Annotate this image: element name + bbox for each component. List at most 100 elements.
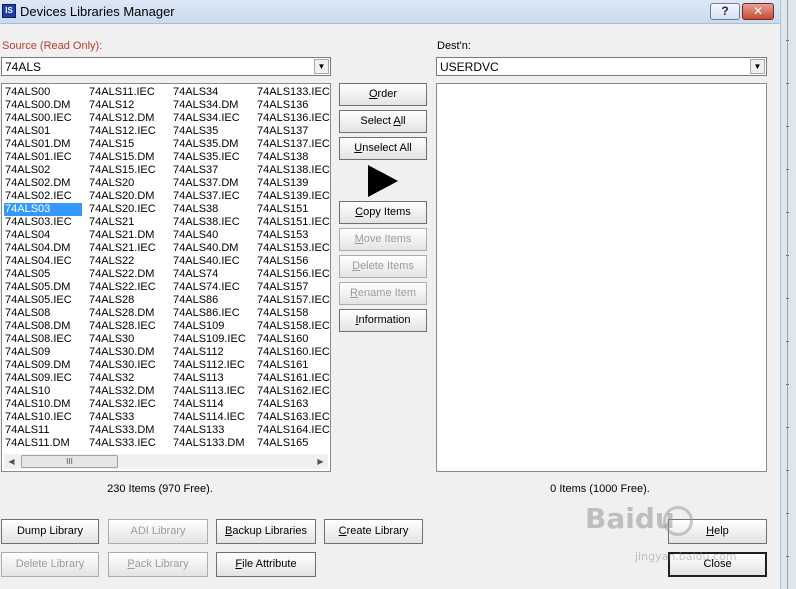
list-item[interactable]: 74ALS12.DM — [88, 112, 172, 125]
list-item[interactable]: 74ALS00.DM — [4, 99, 88, 112]
list-item[interactable]: 74ALS32 — [88, 372, 172, 385]
list-item[interactable]: 74ALS12.IEC — [88, 125, 172, 138]
list-item[interactable]: 74ALS20.DM — [88, 190, 172, 203]
list-item[interactable]: 74ALS11.DM — [4, 437, 88, 450]
dump-library-button[interactable]: Dump Library — [1, 519, 99, 544]
list-item[interactable]: 74ALS33.IEC — [88, 437, 172, 450]
help-title-button[interactable]: ? — [710, 3, 740, 20]
list-item[interactable]: 74ALS01.DM — [4, 138, 88, 151]
source-list[interactable]: 74ALS00 74ALS00.DM 74ALS00.IEC 74ALS01 74ALS… — [1, 83, 331, 472]
list-item[interactable]: 74ALS21 — [88, 216, 172, 229]
list-item[interactable]: 74ALS74.IEC — [172, 281, 256, 294]
list-item[interactable]: 74ALS34.IEC — [172, 112, 256, 125]
source-horizontal-scrollbar[interactable]: ◀ III ▶ — [4, 454, 328, 469]
list-item[interactable]: 74ALS158 — [256, 307, 330, 320]
list-item[interactable]: 74ALS03 — [4, 203, 82, 216]
list-item[interactable]: 74ALS151.IEC — [256, 216, 330, 229]
list-item[interactable]: 74ALS11.IEC — [88, 86, 172, 99]
list-item[interactable]: 74ALS157 — [256, 281, 330, 294]
list-item[interactable]: 74ALS138.IEC — [256, 164, 330, 177]
list-item[interactable]: 74ALS137 — [256, 125, 330, 138]
list-item[interactable]: 74ALS37 — [172, 164, 256, 177]
list-item[interactable]: 74ALS21.IEC — [88, 242, 172, 255]
list-item[interactable]: 74ALS37.DM — [172, 177, 256, 190]
list-item[interactable]: 74ALS38.IEC — [172, 216, 256, 229]
move-items-button[interactable]: Move Items — [339, 228, 427, 251]
scroll-left-icon[interactable]: ◀ — [4, 454, 19, 469]
list-item[interactable]: 74ALS00.IEC — [4, 112, 88, 125]
list-item[interactable]: 74ALS86.IEC — [172, 307, 256, 320]
list-item[interactable]: 74ALS113.IEC — [172, 385, 256, 398]
list-item[interactable]: 74ALS15.IEC — [88, 164, 172, 177]
list-item[interactable]: 74ALS32.IEC — [88, 398, 172, 411]
list-item[interactable]: 74ALS139.IEC — [256, 190, 330, 203]
list-item[interactable]: 74ALS00 — [4, 86, 88, 99]
list-item[interactable]: 74ALS34.DM — [172, 99, 256, 112]
list-item[interactable]: 74ALS114.IEC — [172, 411, 256, 424]
order-button[interactable]: Order — [339, 83, 427, 106]
list-item[interactable]: 74ALS02.IEC — [4, 190, 88, 203]
file-attribute-button[interactable]: File Attribute — [216, 552, 316, 577]
list-item[interactable]: 74ALS133.DM — [172, 437, 256, 450]
list-item[interactable]: 74ALS11 — [4, 424, 88, 437]
list-item[interactable]: 74ALS157.IEC — [256, 294, 330, 307]
list-item[interactable]: 74ALS22.IEC — [88, 281, 172, 294]
dest-list[interactable] — [436, 83, 767, 472]
list-item[interactable]: 74ALS33 — [88, 411, 172, 424]
list-item[interactable]: 74ALS165 — [256, 437, 330, 450]
list-item[interactable]: 74ALS03.IEC — [4, 216, 88, 229]
list-item[interactable]: 74ALS40 — [172, 229, 256, 242]
chevron-down-icon[interactable]: ▼ — [314, 59, 329, 74]
list-item[interactable]: 74ALS37.IEC — [172, 190, 256, 203]
list-item[interactable]: 74ALS04 — [4, 229, 88, 242]
unselect-all-button[interactable]: Unselect All — [339, 137, 427, 160]
scroll-thumb[interactable]: III — [21, 455, 118, 468]
list-item[interactable]: 74ALS10.IEC — [4, 411, 88, 424]
list-item[interactable]: 74ALS28.IEC — [88, 320, 172, 333]
list-item[interactable]: 74ALS28.DM — [88, 307, 172, 320]
list-item[interactable]: 74ALS34 — [172, 86, 256, 99]
list-item[interactable]: 74ALS08.IEC — [4, 333, 88, 346]
list-item[interactable]: 74ALS153.IEC — [256, 242, 330, 255]
list-item[interactable]: 74ALS160 — [256, 333, 330, 346]
list-item[interactable]: 74ALS153 — [256, 229, 330, 242]
list-item[interactable]: 74ALS15.DM — [88, 151, 172, 164]
scroll-right-icon[interactable]: ▶ — [313, 454, 328, 469]
list-item[interactable]: 74ALS161.IEC — [256, 372, 330, 385]
list-item[interactable]: 74ALS32.DM — [88, 385, 172, 398]
list-item[interactable]: 74ALS35 — [172, 125, 256, 138]
list-item[interactable]: 74ALS114 — [172, 398, 256, 411]
list-item[interactable]: 74ALS35.IEC — [172, 151, 256, 164]
source-combo[interactable]: 74ALS ▼ — [1, 57, 331, 76]
list-item[interactable]: 74ALS30.DM — [88, 346, 172, 359]
list-item[interactable]: 74ALS05 — [4, 268, 88, 281]
list-item[interactable]: 74ALS08 — [4, 307, 88, 320]
list-item[interactable]: 74ALS161 — [256, 359, 330, 372]
list-item[interactable]: 74ALS10.DM — [4, 398, 88, 411]
list-item[interactable]: 74ALS08.DM — [4, 320, 88, 333]
list-item[interactable]: 74ALS02 — [4, 164, 88, 177]
list-item[interactable]: 74ALS30.IEC — [88, 359, 172, 372]
delete-items-button[interactable]: Delete Items — [339, 255, 427, 278]
backup-libraries-button[interactable]: Backup Libraries — [216, 519, 316, 544]
information-button[interactable]: Information — [339, 309, 427, 332]
list-item[interactable]: 74ALS05.IEC — [4, 294, 88, 307]
list-item[interactable]: 74ALS112 — [172, 346, 256, 359]
create-library-button[interactable]: Create Library — [324, 519, 423, 544]
list-item[interactable]: 74ALS04.DM — [4, 242, 88, 255]
list-item[interactable]: 74ALS09 — [4, 346, 88, 359]
list-item[interactable]: 74ALS02.DM — [4, 177, 88, 190]
list-item[interactable]: 74ALS04.IEC — [4, 255, 88, 268]
list-item[interactable]: 74ALS137.IEC — [256, 138, 330, 151]
list-item[interactable]: 74ALS136 — [256, 99, 330, 112]
list-item[interactable]: 74ALS10 — [4, 385, 88, 398]
list-item[interactable]: 74ALS109 — [172, 320, 256, 333]
list-item[interactable]: 74ALS162.IEC — [256, 385, 330, 398]
list-item[interactable]: 74ALS138 — [256, 151, 330, 164]
list-item[interactable]: 74ALS151 — [256, 203, 330, 216]
list-item[interactable]: 74ALS158.IEC — [256, 320, 330, 333]
list-item[interactable]: 74ALS28 — [88, 294, 172, 307]
list-item[interactable]: 74ALS35.DM — [172, 138, 256, 151]
list-item[interactable]: 74ALS22.DM — [88, 268, 172, 281]
list-item[interactable]: 74ALS38 — [172, 203, 256, 216]
